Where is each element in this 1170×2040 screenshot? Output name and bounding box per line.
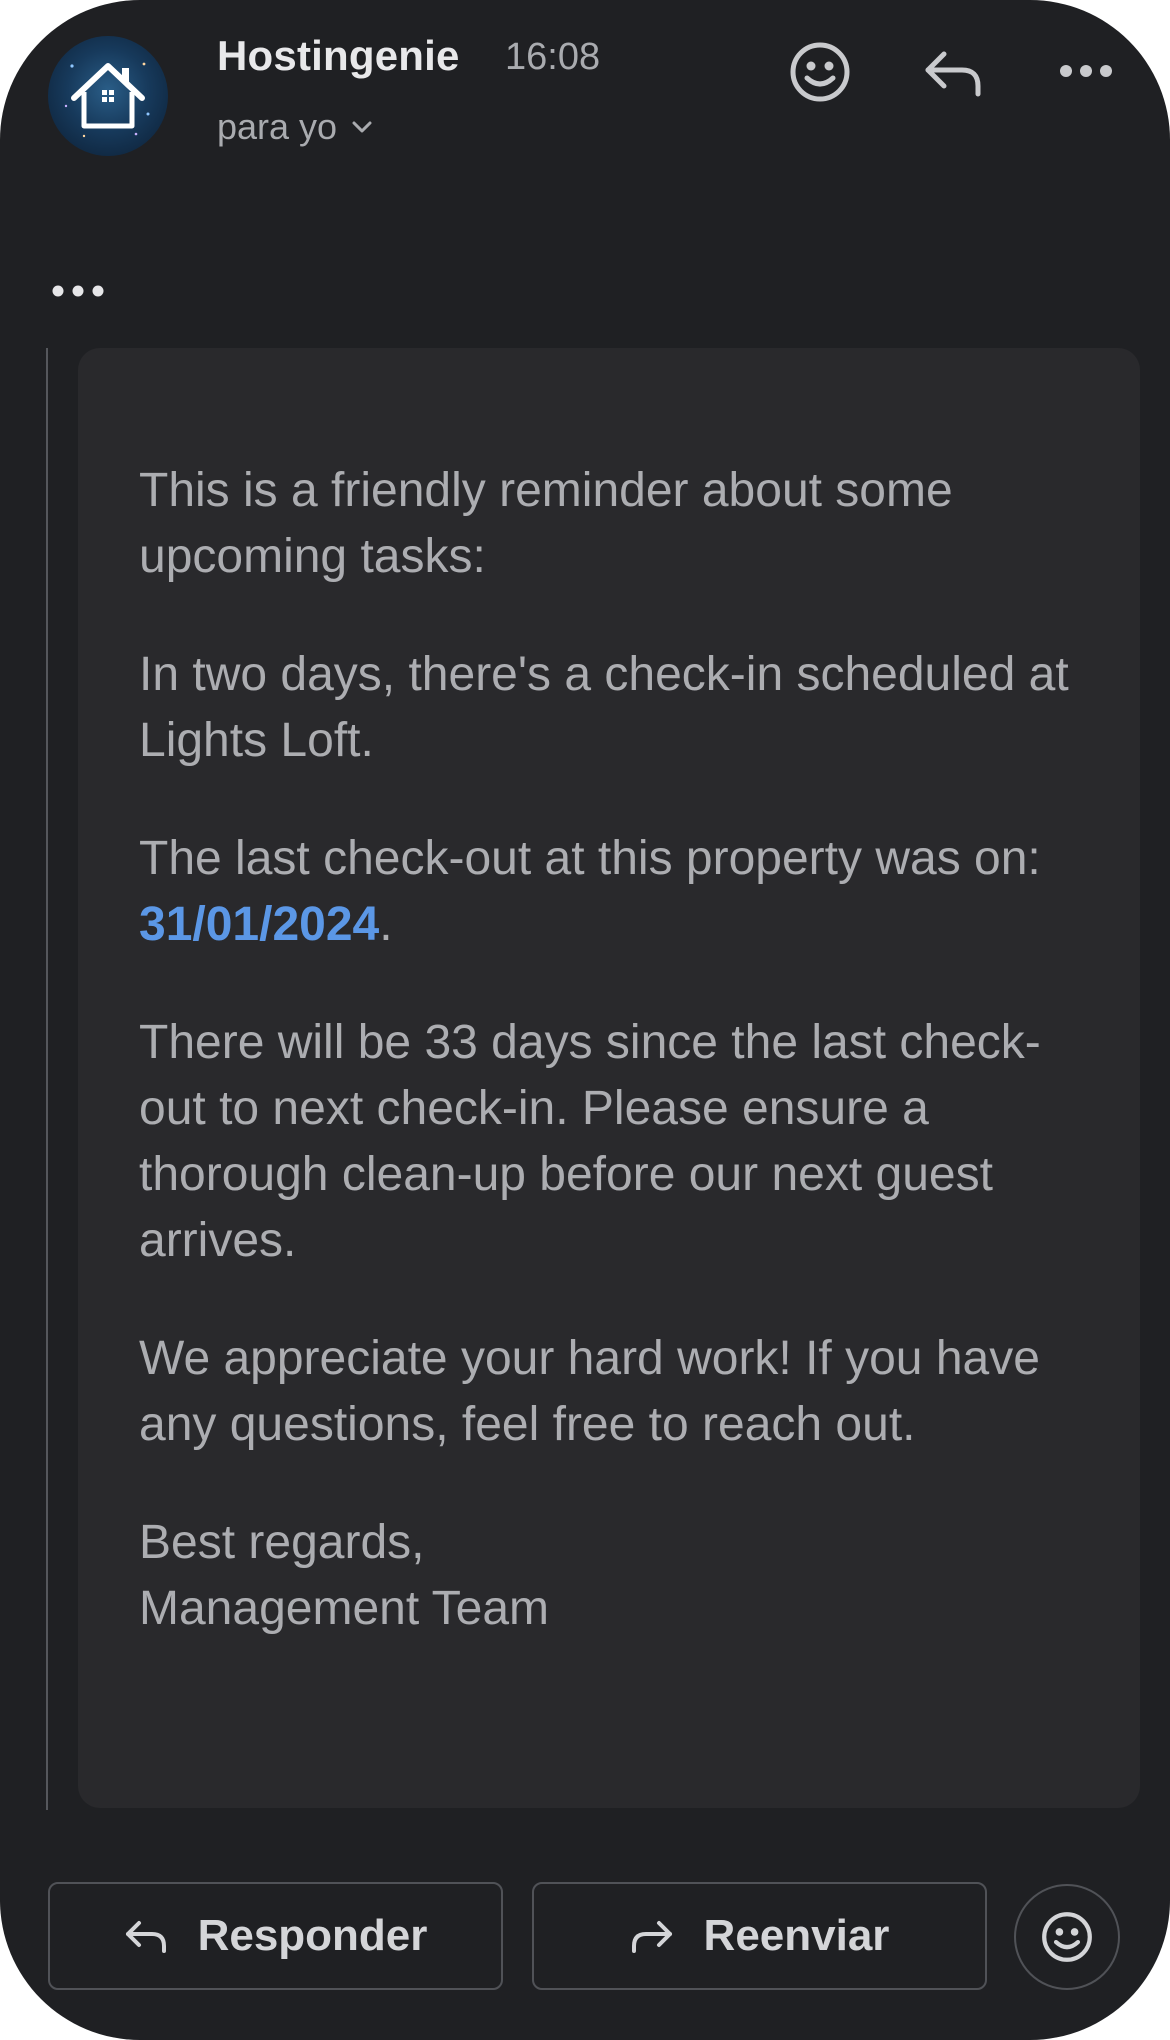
house-icon — [64, 62, 150, 138]
recipient-toggle[interactable]: para yo — [217, 106, 373, 148]
emoji-reaction-icon[interactable] — [788, 40, 852, 104]
reply-button[interactable]: Responder — [48, 1882, 503, 1990]
reply-icon — [125, 1921, 166, 1953]
emoji-icon — [1042, 1912, 1092, 1962]
chevron-down-icon — [352, 121, 372, 133]
checkout-date-link[interactable]: 31/01/2024 — [139, 898, 379, 951]
paragraph-checkout: The last check-out at this property was … — [139, 826, 1079, 958]
emoji-reaction-button[interactable] — [1014, 1884, 1120, 1990]
sender-name[interactable]: Hostingenie — [217, 32, 460, 80]
paragraph-thanks: We appreciate your hard work! If you hav… — [139, 1332, 1040, 1451]
sent-time: 16:08 — [505, 36, 601, 78]
paragraph-intro: This is a friendly reminder about some u… — [139, 464, 953, 583]
forward-button[interactable]: Reenviar — [532, 1882, 987, 1990]
reply-icon[interactable] — [922, 44, 986, 100]
email-screen: Hostingenie 16:08 para yo This is a frie… — [0, 0, 1170, 2040]
show-trimmed-content-icon[interactable] — [50, 280, 106, 302]
signature-block: Best regards, Management Team — [139, 1510, 1079, 1642]
checkout-prefix: The last check-out at this property was … — [139, 832, 1041, 885]
checkout-suffix: . — [379, 898, 393, 951]
signature: Management Team — [139, 1582, 550, 1635]
quote-border — [46, 348, 48, 1810]
paragraph-cleanup: There will be 33 days since the last che… — [139, 1016, 1041, 1267]
more-options-icon[interactable] — [1058, 60, 1114, 82]
sender-avatar[interactable] — [48, 36, 168, 156]
forward-button-label: Reenviar — [703, 1911, 890, 1960]
signoff: Best regards, — [139, 1516, 425, 1569]
email-body: This is a friendly reminder about some u… — [139, 458, 1079, 1694]
paragraph-checkin: In two days, there's a check-in schedule… — [139, 648, 1069, 767]
forward-icon — [631, 1921, 672, 1953]
reply-button-label: Responder — [197, 1911, 428, 1960]
recipient-label: para yo — [217, 106, 338, 147]
